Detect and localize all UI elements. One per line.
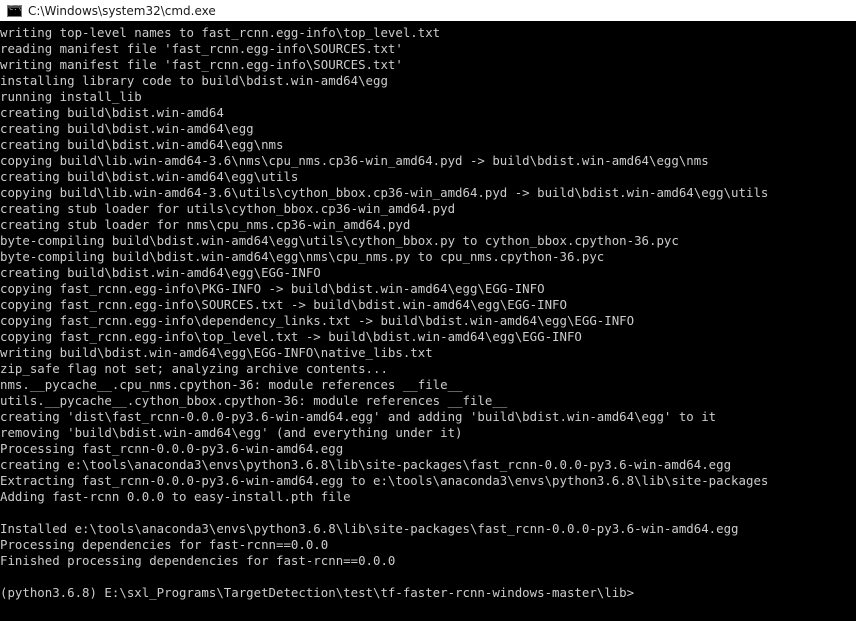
console-line: copying fast_rcnn.egg-info\SOURCES.txt -…: [0, 297, 567, 312]
console-line: copying build\lib.win-amd64-3.6\utils\cy…: [0, 185, 769, 200]
title-bar[interactable]: C:\Windows\system32\cmd.exe: [0, 0, 856, 21]
console-line: copying fast_rcnn.egg-info\PKG-INFO -> b…: [0, 281, 545, 296]
console-line: copying fast_rcnn.egg-info\dependency_li…: [0, 313, 635, 328]
console-line: running install_lib: [0, 89, 142, 104]
console-line: byte-compiling build\bdist.win-amd64\egg…: [0, 249, 605, 264]
console-line: Extracting fast_rcnn-0.0.0-py3.6-win-amd…: [0, 473, 769, 488]
console-line: reading manifest file 'fast_rcnn.egg-inf…: [0, 41, 403, 56]
console-line: creating e:\tools\anaconda3\envs\python3…: [0, 457, 732, 472]
console-line: utils.__pycache__.cython_bbox.cpython-36…: [0, 393, 508, 408]
console-line: byte-compiling build\bdist.win-amd64\egg…: [0, 233, 679, 248]
console-line: creating stub loader for utils\cython_bb…: [0, 201, 456, 216]
console-line: nms.__pycache__.cpu_nms.cpython-36: modu…: [0, 377, 463, 392]
console-line: creating build\bdist.win-amd64\egg\nms: [0, 137, 284, 152]
console-line: writing manifest file 'fast_rcnn.egg-inf…: [0, 57, 403, 72]
console-line: creating build\bdist.win-amd64\egg: [0, 121, 254, 136]
console-line: creating build\bdist.win-amd64\egg\EGG-I…: [0, 265, 321, 280]
console-line: installing library code to build\bdist.w…: [0, 73, 388, 88]
console-line: copying build\lib.win-amd64-3.6\nms\cpu_…: [0, 153, 709, 168]
console-line: creating 'dist\fast_rcnn-0.0.0-py3.6-win…: [0, 409, 717, 424]
console-line: Processing fast_rcnn-0.0.0-py3.6-win-amd…: [0, 441, 344, 456]
console-line: writing top-level names to fast_rcnn.egg…: [0, 25, 441, 40]
console-line: Processing dependencies for fast-rcnn==0…: [0, 537, 329, 552]
console-line: creating build\bdist.win-amd64: [0, 105, 224, 120]
console-line: zip_safe flag not set; analyzing archive…: [0, 361, 388, 376]
console-line: Finished processing dependencies for fas…: [0, 553, 396, 568]
console-line: creating build\bdist.win-amd64\egg\utils: [0, 169, 299, 184]
console-line: removing 'build\bdist.win-amd64\egg' (an…: [0, 425, 463, 440]
window-title: C:\Windows\system32\cmd.exe: [28, 3, 216, 18]
console-line: Installed e:\tools\anaconda3\envs\python…: [0, 521, 739, 536]
cmd-window: C:\Windows\system32\cmd.exe writing top-…: [0, 0, 856, 621]
console-line: copying fast_rcnn.egg-info\top_level.txt…: [0, 329, 582, 344]
cmd-icon: [7, 4, 22, 17]
console-output[interactable]: writing top-level names to fast_rcnn.egg…: [0, 25, 856, 621]
console-line: writing build\bdist.win-amd64\egg\EGG-IN…: [0, 345, 433, 360]
console-line: Adding fast-rcnn 0.0.0 to easy-install.p…: [0, 489, 351, 504]
command-prompt-line[interactable]: (python3.6.8) E:\sxl_Programs\TargetDete…: [0, 585, 856, 601]
console-line: creating stub loader for nms\cpu_nms.cp3…: [0, 217, 411, 232]
